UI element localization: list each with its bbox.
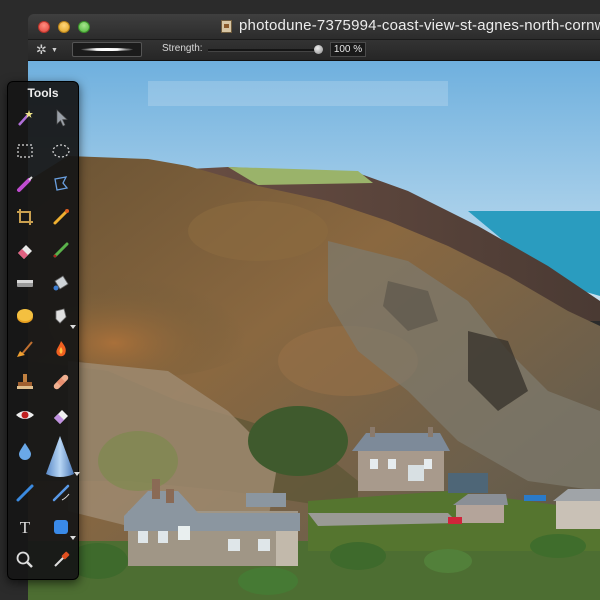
gear-icon[interactable]: ✲ ▼ xyxy=(36,42,60,58)
sharpen-cone-icon[interactable] xyxy=(42,434,80,480)
magic-wand-icon[interactable] xyxy=(14,107,36,129)
soft-eraser-icon[interactable] xyxy=(50,404,72,426)
coin-icon[interactable] xyxy=(14,305,36,327)
strength-label: Strength: xyxy=(162,43,203,54)
text-tool-icon[interactable]: T xyxy=(14,516,36,538)
document-icon xyxy=(221,20,232,33)
strength-value-field[interactable]: 100 % xyxy=(330,42,366,57)
svg-text:T: T xyxy=(20,518,31,537)
burn-icon[interactable] xyxy=(50,338,72,360)
pen-curve-icon[interactable] xyxy=(50,482,72,504)
rectangle-select-icon[interactable] xyxy=(14,140,36,162)
tools-panel: Tools T xyxy=(7,81,80,580)
broom-icon[interactable] xyxy=(14,338,36,360)
brush-preset-picker[interactable] xyxy=(72,42,142,57)
stamp-icon[interactable] xyxy=(14,371,36,393)
pen-icon[interactable] xyxy=(14,482,36,504)
color-picker-icon[interactable] xyxy=(50,206,72,228)
window-titlebar: photodune-7375994-coast-view-st-agnes-no… xyxy=(28,14,600,40)
image-canvas[interactable] xyxy=(28,61,600,600)
eyedropper-icon[interactable] xyxy=(50,549,72,571)
red-eye-icon[interactable] xyxy=(14,404,36,426)
bucket-icon[interactable] xyxy=(50,272,72,294)
brush-select-icon[interactable] xyxy=(14,173,36,195)
lasso-icon[interactable] xyxy=(50,173,72,195)
tool-options-bar: ✲ ▼ Strength: 100 % xyxy=(28,40,600,61)
strength-slider[interactable] xyxy=(208,45,323,54)
flat-brush-icon[interactable] xyxy=(14,272,36,294)
shape-tool-icon[interactable] xyxy=(50,516,76,540)
pointer-tool-icon[interactable] xyxy=(50,107,72,129)
minimize-window-button[interactable] xyxy=(58,21,70,33)
bandage-icon[interactable] xyxy=(50,371,72,393)
landscape-photo xyxy=(28,61,600,600)
blur-drop-icon[interactable] xyxy=(14,440,36,462)
zoom-window-button[interactable] xyxy=(78,21,90,33)
pencil-icon[interactable] xyxy=(50,239,72,261)
submenu-arrow-icon xyxy=(70,536,76,540)
submenu-arrow-icon xyxy=(70,325,76,329)
strength-slider-knob[interactable] xyxy=(314,45,323,54)
paint-bucket-icon[interactable] xyxy=(50,305,76,329)
close-window-button[interactable] xyxy=(38,21,50,33)
brush-stroke-preview xyxy=(81,48,133,51)
submenu-arrow-icon xyxy=(74,472,80,476)
tools-panel-title: Tools xyxy=(27,86,59,100)
window-title: photodune-7375994-coast-view-st-agnes-no… xyxy=(239,17,600,34)
ellipse-select-icon[interactable] xyxy=(50,140,72,162)
eraser-icon[interactable] xyxy=(14,239,36,261)
zoom-icon[interactable] xyxy=(14,549,36,571)
crop-icon[interactable] xyxy=(14,206,36,228)
